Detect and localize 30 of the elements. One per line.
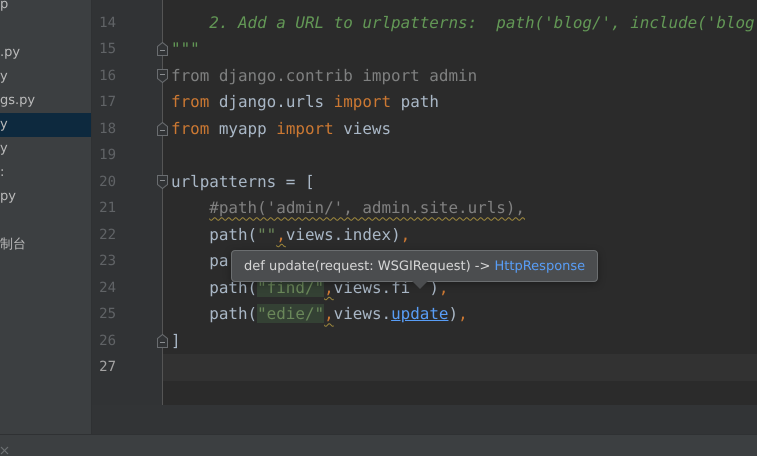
line-number: 27 <box>99 359 116 376</box>
code-line: pa <box>208 250 228 272</box>
code-line: urlpatterns = [ <box>171 170 315 193</box>
fold-icon[interactable] <box>157 174 168 189</box>
fold-end-icon[interactable] <box>157 42 168 56</box>
file-item[interactable]: 制台 <box>0 209 91 257</box>
code-line: from myapp import views <box>171 118 392 140</box>
file-item[interactable]: y <box>0 137 91 161</box>
code-line: 2. Add a URL to urlpatterns: path('blog/', include('blog <box>208 12 755 34</box>
file-item[interactable]: py <box>0 185 91 209</box>
tooltip-pointer <box>412 281 428 289</box>
code-editor[interactable] <box>92 0 757 405</box>
fold-end-icon[interactable] <box>157 122 168 136</box>
file-item[interactable]: gs.py <box>0 89 91 113</box>
update-link[interactable]: update <box>391 304 448 324</box>
file-item[interactable]: .py <box>0 17 91 65</box>
code-line: from django.urls import path <box>171 91 439 114</box>
file-item[interactable]: y <box>0 113 91 137</box>
code-line: ] <box>171 330 181 352</box>
fold-icon[interactable] <box>157 68 168 83</box>
code-line: path("",views.index), <box>208 224 410 246</box>
fold-end-icon[interactable] <box>157 334 168 348</box>
code-line: from django.contrib import admin <box>171 64 478 87</box>
file-item[interactable]: p <box>0 0 91 17</box>
file-item[interactable]: y <box>0 65 91 89</box>
code-line: """ <box>171 38 200 60</box>
code-line: path("edie/",views.update), <box>208 303 468 326</box>
file-item[interactable]: : <box>0 161 91 185</box>
code-line: #path('admin/', admin.site.urls), <box>208 197 525 220</box>
tooltip-text: def update(request: WSGIRequest) -> HttpResponse <box>244 258 586 274</box>
